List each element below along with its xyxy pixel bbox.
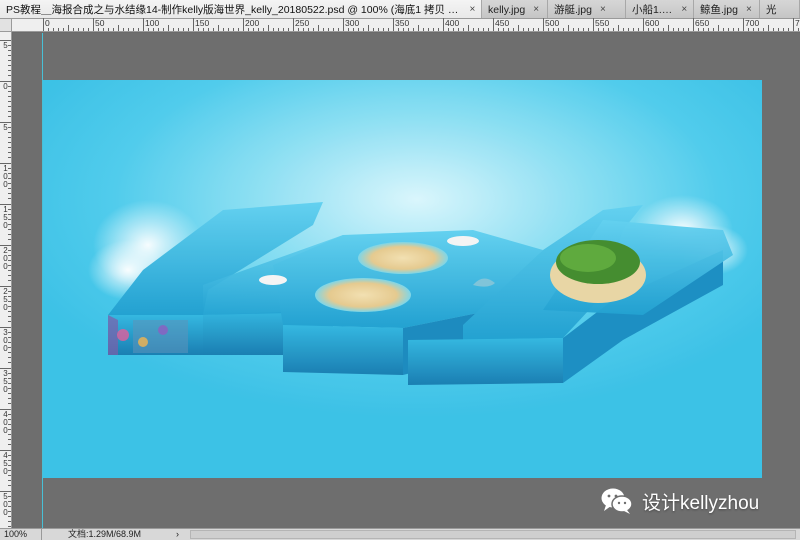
document-tab[interactable]: 小船1.jpg × xyxy=(626,0,694,18)
horizontal-ruler[interactable]: 0 50 100 150 200 250 300 350 400 450 500 550 600 650 7… xyxy=(12,18,800,32)
ruler-label: 650 xyxy=(695,18,710,28)
document-info[interactable]: 文档:1.29M/68.9M xyxy=(68,529,141,540)
ruler-label: 400 xyxy=(445,18,460,28)
document-tab-label: 游艇.jpg xyxy=(554,4,592,16)
close-tab-icon[interactable]: × xyxy=(598,4,608,15)
ruler-label: 300 xyxy=(345,18,360,28)
document-canvas[interactable] xyxy=(43,80,762,478)
close-tab-icon[interactable]: × xyxy=(531,4,541,15)
ruler-label: 200 xyxy=(245,18,260,28)
ruler-label: 0 xyxy=(45,18,50,28)
close-tab-icon[interactable]: × xyxy=(468,4,477,15)
document-tab[interactable]: kelly.jpg × xyxy=(482,0,548,18)
ruler-label: 700 xyxy=(745,18,760,28)
zoom-level-field[interactable]: 100% xyxy=(2,529,42,540)
ruler-label: 550 xyxy=(595,18,610,28)
ruler-label: 500 xyxy=(545,18,560,28)
vertical-ruler[interactable]: 5051 0 01 5 02 0 02 5 03 0 03 5 04 0 04 … xyxy=(0,32,12,528)
ruler-label: 100 xyxy=(145,18,160,28)
document-tab-label: 鲸鱼.jpg xyxy=(700,4,738,16)
ruler-label: 0 xyxy=(3,82,8,91)
document-tab[interactable]: 光 xyxy=(760,0,800,18)
ruler-label: 250 xyxy=(295,18,310,28)
status-menu-arrow[interactable]: › xyxy=(176,529,179,540)
ruler-label: 450 xyxy=(495,18,510,28)
watermark: 设计kellyzhou xyxy=(600,486,759,516)
document-tab-label: 小船1.jpg xyxy=(632,4,674,16)
ruler-label: 600 xyxy=(645,18,660,28)
document-tab-bar: PS教程＿海报合成之与水结缘14-制作kelly版海世界_kelly_20180… xyxy=(0,0,800,19)
ruler-origin[interactable] xyxy=(0,19,12,32)
status-bar: 100% 文档:1.29M/68.9M › xyxy=(0,528,800,540)
artwork-ocean-world-404 xyxy=(88,195,748,385)
document-tab-label: PS教程＿海报合成之与水结缘14-制作kelly版海世界_kelly_20180… xyxy=(6,4,462,16)
ruler-label: 150 xyxy=(195,18,210,28)
document-tab-label: 光 xyxy=(766,4,777,16)
ruler-label: 5 xyxy=(3,123,8,132)
document-tab[interactable]: 鲸鱼.jpg × xyxy=(694,0,760,18)
wechat-icon xyxy=(601,488,633,514)
ruler-label: 5 xyxy=(3,41,8,50)
close-tab-icon[interactable]: × xyxy=(744,4,754,15)
ruler-label: 350 xyxy=(395,18,410,28)
ruler-label: 750 xyxy=(795,18,800,28)
document-tab[interactable]: 游艇.jpg × xyxy=(548,0,626,18)
ruler-label: 50 xyxy=(95,18,105,28)
close-tab-icon[interactable]: × xyxy=(680,4,689,15)
document-tab[interactable]: PS教程＿海报合成之与水结缘14-制作kelly版海世界_kelly_20180… xyxy=(0,0,482,18)
document-tab-label: kelly.jpg xyxy=(488,3,526,16)
horizontal-scrollbar[interactable] xyxy=(190,530,796,539)
watermark-text: 设计kellyzhou xyxy=(642,492,760,514)
